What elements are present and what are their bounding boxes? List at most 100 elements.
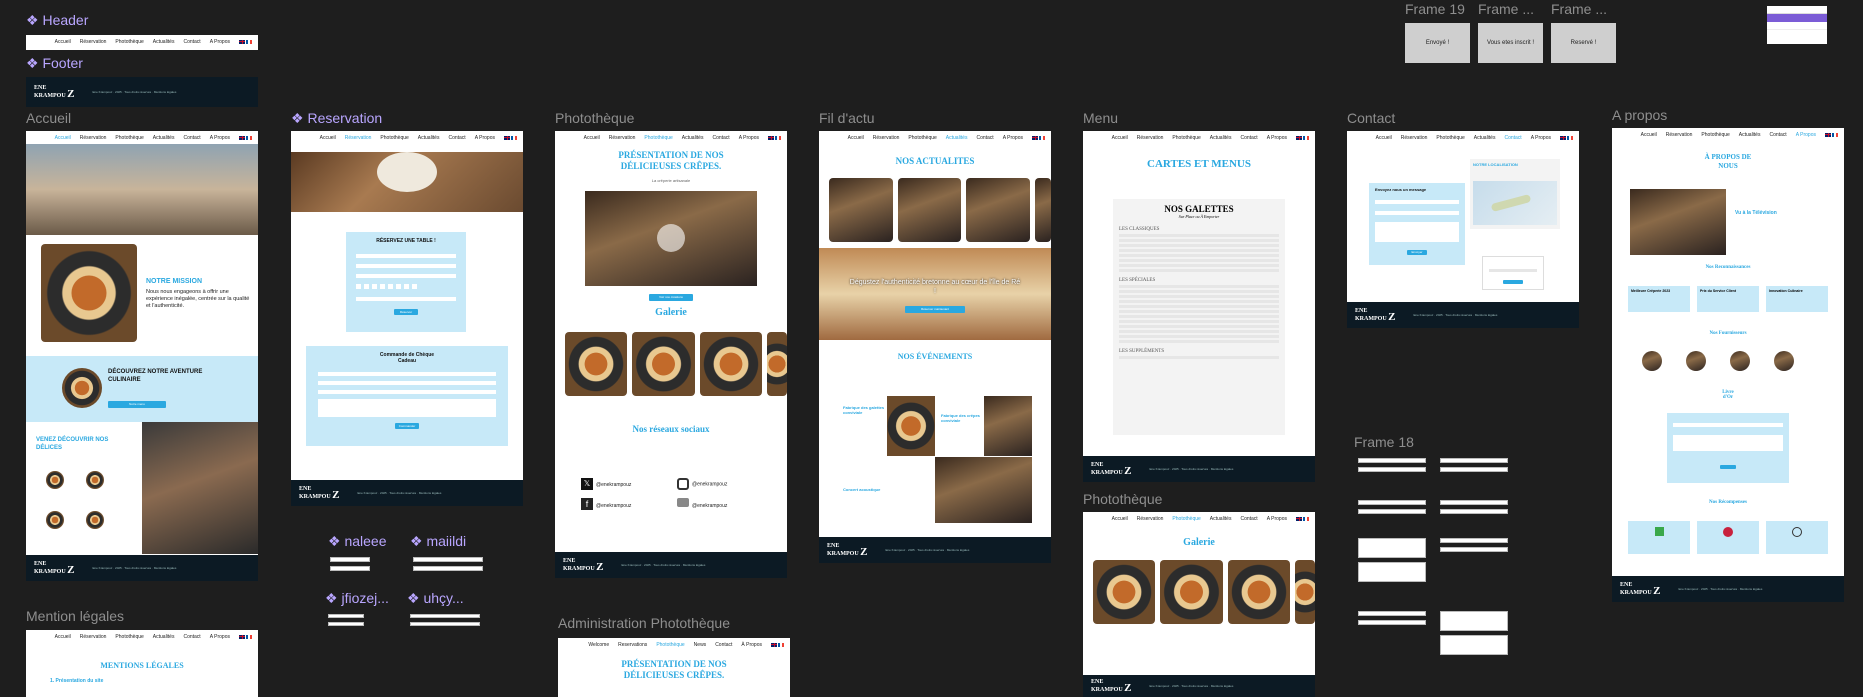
uk-flag-icon[interactable] xyxy=(239,39,245,44)
input-wire[interactable] xyxy=(1358,620,1426,625)
send-button[interactable]: Envoyer xyxy=(1407,250,1427,255)
textarea-wire[interactable] xyxy=(1440,611,1508,631)
cheque-input[interactable] xyxy=(318,372,496,376)
menu-frame[interactable]: Accueil Réservation Photothèque Actualités C… xyxy=(1083,131,1315,482)
input-wire[interactable] xyxy=(413,557,483,562)
nav-accueil[interactable]: Accueil xyxy=(55,634,71,640)
uk-flag-icon[interactable] xyxy=(504,135,510,140)
actualites-carousel[interactable] xyxy=(829,178,1051,242)
uk-flag-icon[interactable] xyxy=(1296,135,1302,140)
input-wire[interactable] xyxy=(1358,500,1426,505)
nav-actualites[interactable]: Actualités xyxy=(1210,516,1232,522)
component-label-header[interactable]: ❖ Header xyxy=(26,12,88,29)
component-label-maiildi[interactable]: ❖ maiildi xyxy=(410,533,466,550)
header-component[interactable]: Accueil Réservation Photothèque Actualités C… xyxy=(26,35,258,50)
nav-reservation[interactable]: Réservation xyxy=(1666,132,1693,138)
nav-phototheque[interactable]: Photothèque xyxy=(115,135,143,141)
nav-reservations[interactable]: Reservations xyxy=(618,642,647,648)
cheque-input[interactable] xyxy=(318,390,496,394)
fr-flag-icon[interactable] xyxy=(1303,135,1309,140)
mention-frame[interactable]: Accueil Réservation Photothèque Actualités C… xyxy=(26,630,258,697)
nav-actualites[interactable]: Actualités xyxy=(1210,135,1232,141)
component-label-footer[interactable]: ❖ Footer xyxy=(26,55,83,72)
nav-about[interactable]: À Propos xyxy=(741,642,762,648)
nav-actualites[interactable]: Actualités xyxy=(153,135,175,141)
nav-phototheque[interactable]: Photothèque xyxy=(380,135,408,141)
apropos-frame[interactable]: Accueil Réservation Photothèque Actualités C… xyxy=(1612,128,1844,602)
nav-phototheque[interactable]: Photothèque xyxy=(656,642,684,648)
nav-contact[interactable]: Contact xyxy=(448,135,465,141)
nav-reservation[interactable]: Réservation xyxy=(1401,135,1428,141)
frame-label-apropos[interactable]: A propos xyxy=(1612,107,1667,123)
video-player[interactable] xyxy=(585,191,757,286)
frame-label[interactable]: Frame ... xyxy=(1551,1,1607,17)
phototheque-2-frame[interactable]: Accueil Réservation Photothèque Actualités C… xyxy=(1083,512,1315,697)
frame-label-fil[interactable]: Fil d'actu xyxy=(819,110,875,126)
component-label-uhcy[interactable]: ❖ uhçy... xyxy=(407,590,464,607)
frame-label-admin[interactable]: Administration Photothèque xyxy=(558,615,730,631)
nav-apropos[interactable]: A Propos xyxy=(475,135,495,141)
nav-contact[interactable]: Contact xyxy=(1240,135,1257,141)
uk-flag-icon[interactable] xyxy=(239,634,245,639)
frame-label-reservation[interactable]: ❖ Reservation xyxy=(291,110,382,127)
nav-accueil[interactable]: Accueil xyxy=(55,135,71,141)
nav-reservation[interactable]: Réservation xyxy=(345,135,372,141)
component-label-naleee[interactable]: ❖ naleee xyxy=(328,533,387,550)
nav-contact[interactable]: Contact xyxy=(1504,135,1521,141)
newsletter-button[interactable] xyxy=(1503,280,1523,284)
nav-accueil[interactable]: Accueil xyxy=(1376,135,1392,141)
nav-contact[interactable]: Contact xyxy=(183,135,200,141)
accueil-frame[interactable]: Accueil Réservation Photothèque Actualités C… xyxy=(26,131,258,581)
input-wire[interactable] xyxy=(328,622,364,626)
fr-flag-icon[interactable] xyxy=(1303,516,1309,521)
cheque-message[interactable] xyxy=(318,399,496,417)
nav-actualites[interactable]: Actualités xyxy=(1474,135,1496,141)
status-reserve[interactable]: Reservé ! xyxy=(1551,23,1616,63)
frame-label-mention[interactable]: Mention légales xyxy=(26,608,124,624)
fr-flag-icon[interactable] xyxy=(246,634,252,639)
nav-reservation[interactable]: Réservation xyxy=(609,135,636,141)
textarea-wire[interactable] xyxy=(1358,538,1426,558)
frame-label[interactable]: Frame ... xyxy=(1478,1,1534,17)
nav-apropos[interactable]: A Propos xyxy=(739,135,759,141)
nav-contact[interactable]: Contact xyxy=(712,135,729,141)
textarea-wire[interactable] xyxy=(1440,635,1508,655)
nav-contact[interactable]: Contact xyxy=(976,135,993,141)
nav-reservation[interactable]: Réservation xyxy=(1137,516,1164,522)
nav-accueil[interactable]: Accueil xyxy=(1112,135,1128,141)
fr-flag-icon[interactable] xyxy=(775,135,781,140)
nav-reservation[interactable]: Réservation xyxy=(80,39,107,45)
date-input[interactable] xyxy=(356,297,456,301)
frame-label-contact[interactable]: Contact xyxy=(1347,110,1395,126)
frame-label-accueil[interactable]: Accueil xyxy=(26,110,71,126)
nav-news[interactable]: News xyxy=(694,642,707,648)
nav-apropos[interactable]: A Propos xyxy=(1267,516,1287,522)
nav-phototheque[interactable]: Photothèque xyxy=(1701,132,1729,138)
input-wire[interactable] xyxy=(1358,467,1426,472)
input-wire[interactable] xyxy=(413,566,483,571)
nav-phototheque[interactable]: Photothèque xyxy=(1172,135,1200,141)
nav-reservation[interactable]: Réservation xyxy=(873,135,900,141)
frame-18[interactable] xyxy=(1354,456,1514,666)
nav-accueil[interactable]: Accueil xyxy=(320,135,336,141)
language-flags[interactable] xyxy=(239,39,252,44)
fr-flag-icon[interactable] xyxy=(778,642,784,647)
contact-frame[interactable]: Accueil Réservation Photothèque Actualités C… xyxy=(1347,131,1579,328)
instagram-link[interactable]: @enekrampouz xyxy=(677,478,773,490)
fr-flag-icon[interactable] xyxy=(1567,135,1573,140)
name-input[interactable] xyxy=(1673,423,1783,427)
nav-phototheque[interactable]: Photothèque xyxy=(644,135,672,141)
name-input[interactable] xyxy=(1375,200,1459,204)
guest-selector[interactable] xyxy=(356,284,456,289)
fr-flag-icon[interactable] xyxy=(1832,132,1838,137)
frame-label-phototheque[interactable]: Photothèque xyxy=(555,110,634,126)
nav-apropos[interactable]: A Propos xyxy=(210,634,230,640)
phototheque-frame[interactable]: Accueil Réservation Photothèque Actualités C… xyxy=(555,131,787,578)
uk-flag-icon[interactable] xyxy=(771,642,777,647)
facebook-link[interactable]: f @enekrampouz xyxy=(581,498,677,510)
uk-flag-icon[interactable] xyxy=(1825,132,1831,137)
nav-phototheque[interactable]: Photothèque xyxy=(115,634,143,640)
nav-welcome[interactable]: Welcome xyxy=(588,642,609,648)
fr-flag-icon[interactable] xyxy=(511,135,517,140)
frame-label-18[interactable]: Frame 18 xyxy=(1354,434,1414,450)
